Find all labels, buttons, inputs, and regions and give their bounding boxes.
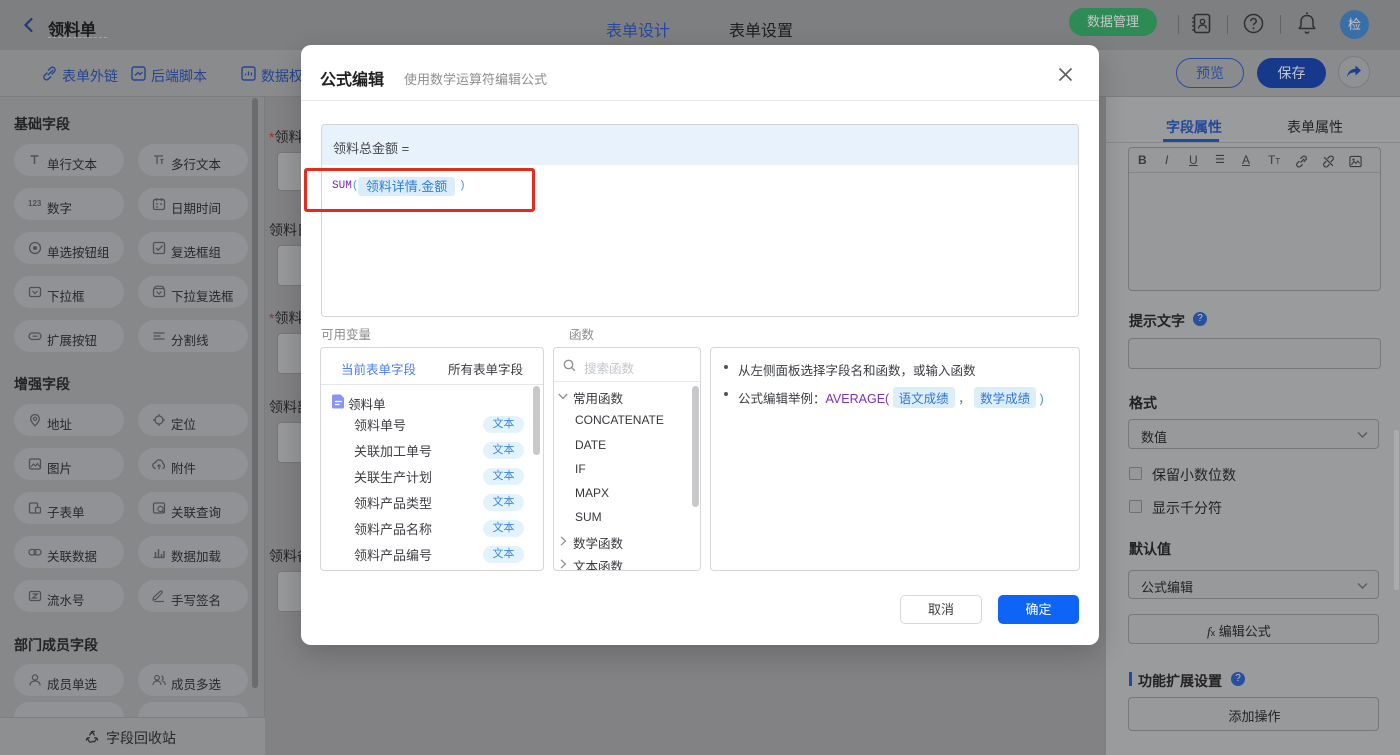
svg-text:123: 123 xyxy=(28,199,42,208)
